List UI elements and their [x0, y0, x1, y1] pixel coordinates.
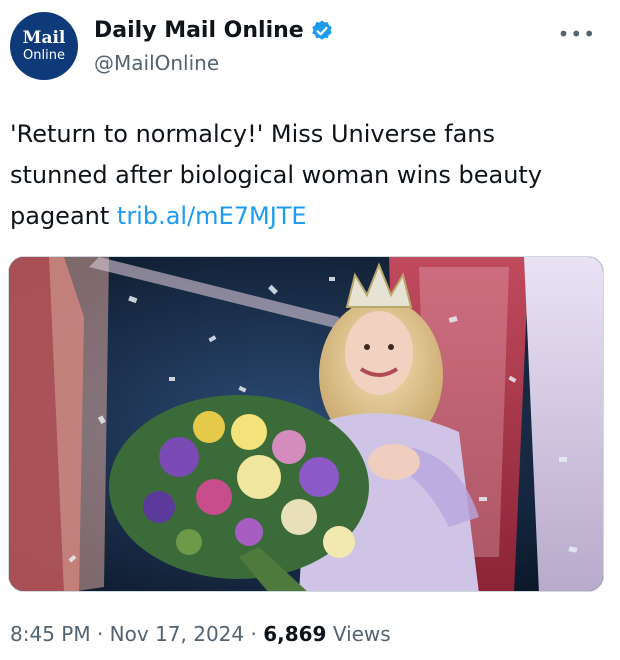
avatar[interactable]: Mail Online: [10, 12, 78, 80]
tweet-date[interactable]: Nov 17, 2024: [110, 622, 244, 646]
views-label: Views: [326, 622, 391, 646]
tweet-header: Mail Online Daily Mail Online @MailOnlin…: [10, 12, 610, 82]
display-name[interactable]: Daily Mail Online: [94, 18, 304, 43]
more-options-icon[interactable]: •••: [558, 22, 596, 46]
account-handle[interactable]: @MailOnline: [94, 51, 334, 75]
views-count: 6,869: [263, 622, 327, 646]
tweet-time[interactable]: 8:45 PM: [10, 622, 91, 646]
pageant-photo-illustration: [9, 257, 603, 591]
tweet-link[interactable]: trib.al/mE7MJTE: [117, 202, 307, 230]
display-name-row: Daily Mail Online: [94, 18, 334, 43]
account-names: Daily Mail Online @MailOnline: [94, 18, 334, 75]
verified-badge-icon: [310, 19, 334, 43]
tweet-photo[interactable]: [8, 256, 604, 592]
meta-separator-2: ·: [244, 622, 264, 646]
avatar-brand-bottom: Online: [23, 48, 65, 63]
tweet-meta: 8:45 PM · Nov 17, 2024 · 6,869 Views: [10, 622, 391, 646]
tweet-text: 'Return to normalcy!' Miss Universe fans…: [10, 114, 600, 237]
avatar-brand-top: Mail: [22, 28, 66, 48]
meta-separator: ·: [90, 622, 110, 646]
tweet-card: Mail Online Daily Mail Online @MailOnlin…: [0, 0, 620, 660]
